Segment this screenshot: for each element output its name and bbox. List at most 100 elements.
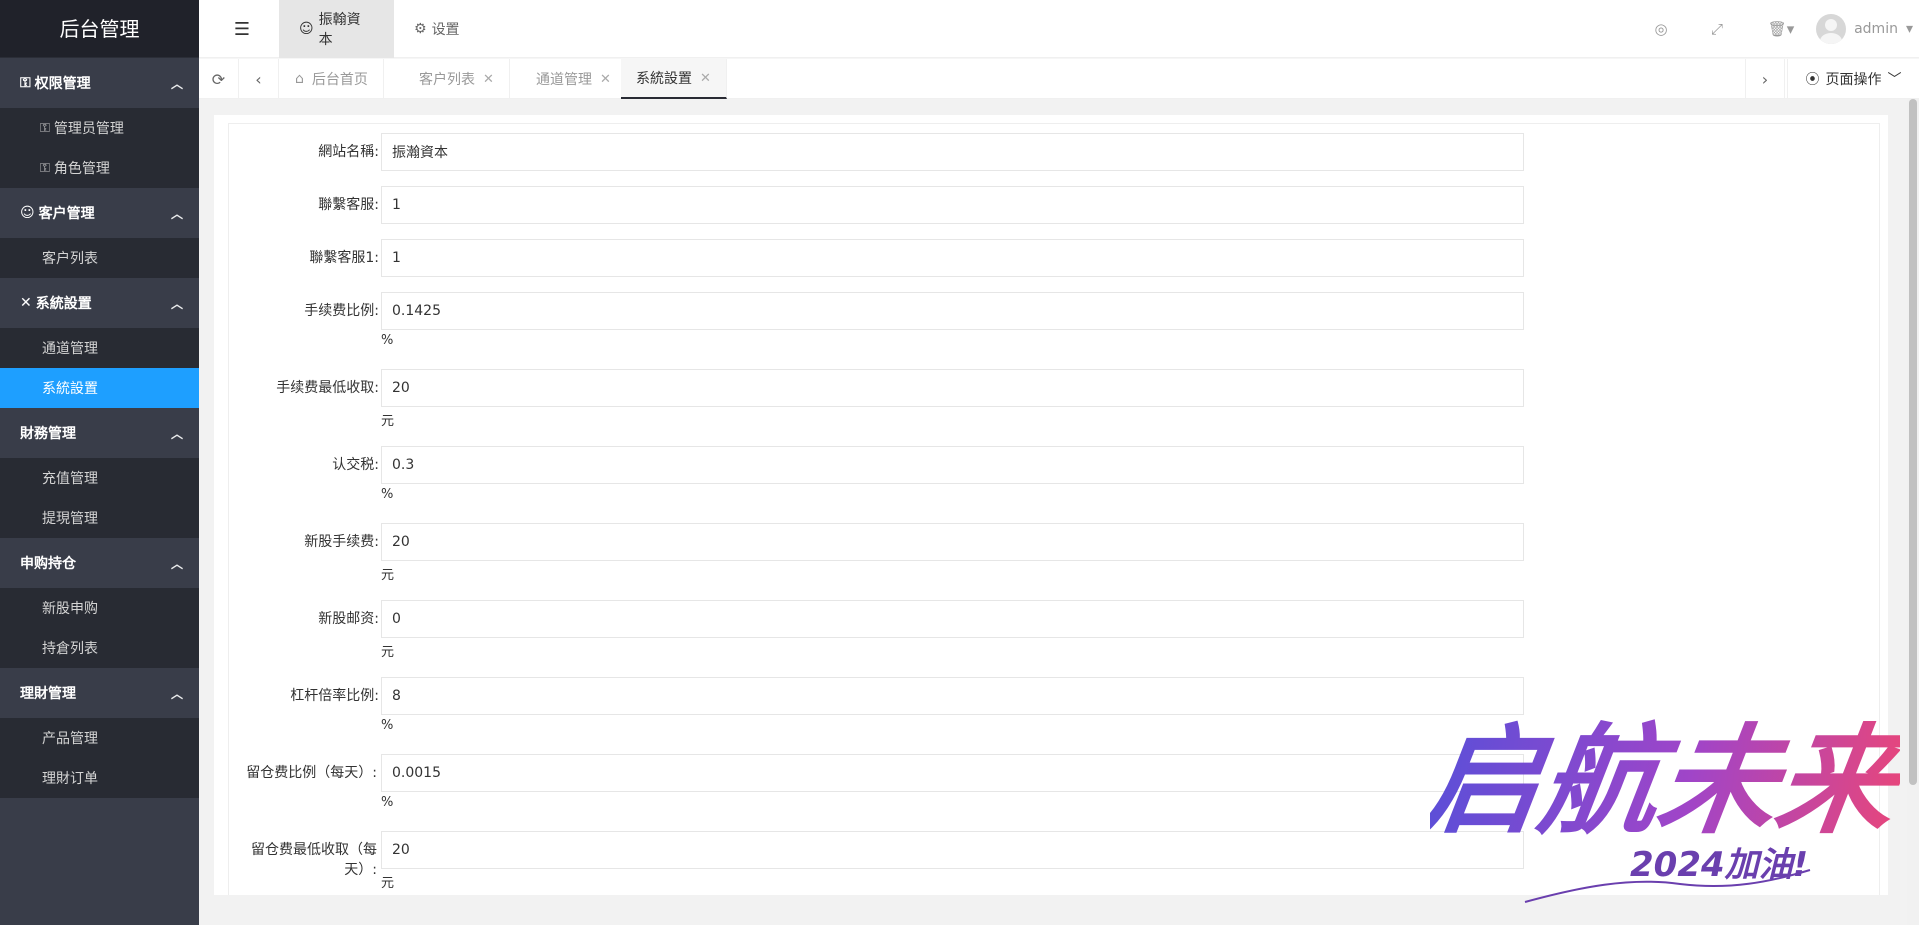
- avatar: [1816, 14, 1847, 44]
- form-label: 留仓费最低收取（每天）:: [251, 842, 377, 878]
- globe-icon[interactable]: ◎: [1649, 17, 1673, 41]
- chevron-left-icon[interactable]: ‹: [239, 59, 279, 99]
- user-key-icon: ⚿: [20, 75, 31, 91]
- fee-ratio-input[interactable]: [381, 292, 1524, 330]
- chevron-right-icon[interactable]: ›: [1745, 59, 1785, 99]
- user-key-icon: ⚿: [40, 160, 50, 176]
- close-icon[interactable]: ✕: [700, 71, 711, 86]
- tab-customer-list[interactable]: 客户列表 ✕: [404, 59, 510, 99]
- sidebar-group-body: 客户列表: [0, 238, 199, 278]
- sidebar-group-finance[interactable]: 財務管理 ︿: [0, 408, 199, 458]
- ipo-postage-input[interactable]: [381, 600, 1524, 638]
- sidebar-group-system[interactable]: ✕ 系統設置 ︿: [0, 278, 199, 328]
- transaction-tax-input[interactable]: [381, 446, 1524, 484]
- header-tab-company[interactable]: ☺ 振翰資本: [279, 0, 394, 58]
- menu-toggle-icon[interactable]: ☰: [231, 18, 253, 40]
- sidebar-item-positions[interactable]: 持倉列表: [0, 628, 199, 668]
- sidebar-item-customer-list[interactable]: 客户列表: [0, 238, 199, 278]
- tab-channels[interactable]: 通道管理 ✕: [521, 59, 627, 99]
- chevron-up-icon: ︿: [170, 556, 183, 571]
- sidebar-item-deposits[interactable]: 充值管理: [0, 458, 199, 498]
- sidebar-item-system-settings[interactable]: 系統設置: [0, 368, 199, 408]
- app-logo[interactable]: 后台管理: [0, 0, 199, 58]
- sidebar-item-label: 持倉列表: [42, 641, 98, 657]
- caret-down-icon: ▾: [1905, 21, 1913, 37]
- sidebar-item-label: 管理员管理: [53, 121, 124, 137]
- user-menu[interactable]: admin ▾: [1816, 14, 1913, 44]
- overnight-min-fee-input[interactable]: [381, 831, 1524, 869]
- close-icon[interactable]: ✕: [483, 72, 494, 87]
- site-name-input[interactable]: [381, 133, 1524, 171]
- sidebar-item-label: 理財订单: [42, 771, 98, 787]
- unit-label: %: [381, 718, 394, 733]
- unit-label: %: [381, 333, 394, 348]
- top-header: ☰ ☺ 振翰資本 ⚙ 设置 ◎ ⤢ 🗑▾ admin ▾: [199, 0, 1919, 58]
- unit-label: 元: [381, 414, 395, 429]
- chevron-up-icon: ︿: [170, 76, 183, 91]
- chevron-up-icon: ︿: [170, 206, 183, 221]
- sidebar-item-label: 客户列表: [42, 251, 98, 267]
- home-icon: ⌂: [295, 71, 304, 87]
- sidebar-item-label: 充值管理: [42, 471, 98, 487]
- leverage-ratio-input[interactable]: [381, 677, 1524, 715]
- radio-dot-icon: ⦿: [1805, 72, 1820, 88]
- scrollbar-thumb[interactable]: [1909, 99, 1917, 785]
- sidebar-item-label: 系統設置: [42, 381, 98, 397]
- vertical-scrollbar[interactable]: [1907, 99, 1919, 925]
- sidebar-item-channels[interactable]: 通道管理: [0, 328, 199, 368]
- sidebar-item-label: 新股申购: [42, 601, 98, 617]
- sidebar-item-label: 角色管理: [53, 161, 110, 177]
- page-tabs-bar: ⟳ ‹ ⌂ 后台首页 客户列表 ✕ 通道管理 ✕ 系統設置 ✕ › ⦿ 页面操作 ﹀: [199, 58, 1919, 99]
- sidebar-item-withdrawals[interactable]: 提現管理: [0, 498, 199, 538]
- sidebar-item-wealth-orders[interactable]: 理財订单: [0, 758, 199, 798]
- chevron-up-icon: ︿: [170, 296, 183, 311]
- contact-service-input[interactable]: [381, 186, 1524, 224]
- unit-label: %: [381, 487, 394, 502]
- min-fee-input[interactable]: [381, 369, 1524, 407]
- sidebar-group-label: 理財管理: [20, 686, 76, 702]
- sidebar-item-products[interactable]: 产品管理: [0, 718, 199, 758]
- settings-form: 網站名稱: 聯繫客服: 聯繫客服1: 手续费比例: % 手续费最低收取: 元 认…: [228, 123, 1880, 895]
- sidebar-group-body: 新股申购 持倉列表: [0, 588, 199, 668]
- page-operations-dropdown[interactable]: ⦿ 页面操作 ﹀: [1787, 59, 1919, 99]
- form-label: 網站名稱:: [318, 144, 379, 160]
- user-key-icon: ⚿: [40, 120, 50, 136]
- clear-cache-icon[interactable]: 🗑▾: [1764, 17, 1798, 41]
- sidebar-item-label: 提現管理: [42, 511, 98, 527]
- username: admin: [1854, 21, 1898, 37]
- footer-strip: [199, 895, 1907, 925]
- header-tab-settings[interactable]: ⚙ 设置: [394, 0, 480, 58]
- sidebar-group-label: 系統設置: [35, 296, 92, 312]
- unit-label: 元: [381, 645, 395, 660]
- sidebar: 后台管理 ⚿ 权限管理 ︿ ⚿ 管理员管理 ⚿ 角色管理 ☺ 客户管理 ︿ 客户列表 ✕…: [0, 0, 199, 925]
- form-label: 新股手续费:: [304, 534, 379, 550]
- sidebar-group-body: 充值管理 提現管理: [0, 458, 199, 538]
- form-label: 认交税:: [332, 457, 379, 473]
- fullscreen-icon[interactable]: ⤢: [1705, 17, 1729, 41]
- header-tab-label: 设置: [431, 22, 460, 38]
- sidebar-item-label: 通道管理: [42, 341, 98, 357]
- sidebar-item-ipo-subscribe[interactable]: 新股申购: [0, 588, 199, 628]
- form-label: 手续费最低收取:: [276, 380, 379, 396]
- tab-system-settings[interactable]: 系統設置 ✕: [621, 59, 727, 99]
- overnight-fee-ratio-input[interactable]: [381, 754, 1524, 792]
- sidebar-group-permissions[interactable]: ⚿ 权限管理 ︿: [0, 58, 199, 108]
- sidebar-group-label: 財務管理: [20, 426, 76, 442]
- sidebar-group-label: 客户管理: [38, 206, 95, 222]
- sidebar-group-wealth[interactable]: 理財管理 ︿: [0, 668, 199, 718]
- sidebar-item-admins[interactable]: ⚿ 管理员管理: [0, 108, 199, 148]
- contact-service-1-input[interactable]: [381, 239, 1524, 277]
- chevron-up-icon: ︿: [170, 686, 183, 701]
- ipo-fee-input[interactable]: [381, 523, 1524, 561]
- sidebar-item-roles[interactable]: ⚿ 角色管理: [0, 148, 199, 188]
- refresh-icon[interactable]: ⟳: [199, 59, 239, 99]
- sidebar-group-body: 通道管理 系統設置: [0, 328, 199, 408]
- sidebar-group-subscriptions[interactable]: 申购持仓 ︿: [0, 538, 199, 588]
- sidebar-group-label: 权限管理: [34, 76, 91, 92]
- unit-label: 元: [381, 568, 395, 583]
- sidebar-group-customers[interactable]: ☺ 客户管理 ︿: [0, 188, 199, 238]
- tab-home[interactable]: ⌂ 后台首页: [280, 59, 384, 99]
- unit-label: %: [381, 795, 394, 810]
- main-content: 網站名稱: 聯繫客服: 聯繫客服1: 手续费比例: % 手续费最低收取: 元 认…: [214, 115, 1888, 895]
- close-icon[interactable]: ✕: [600, 72, 611, 87]
